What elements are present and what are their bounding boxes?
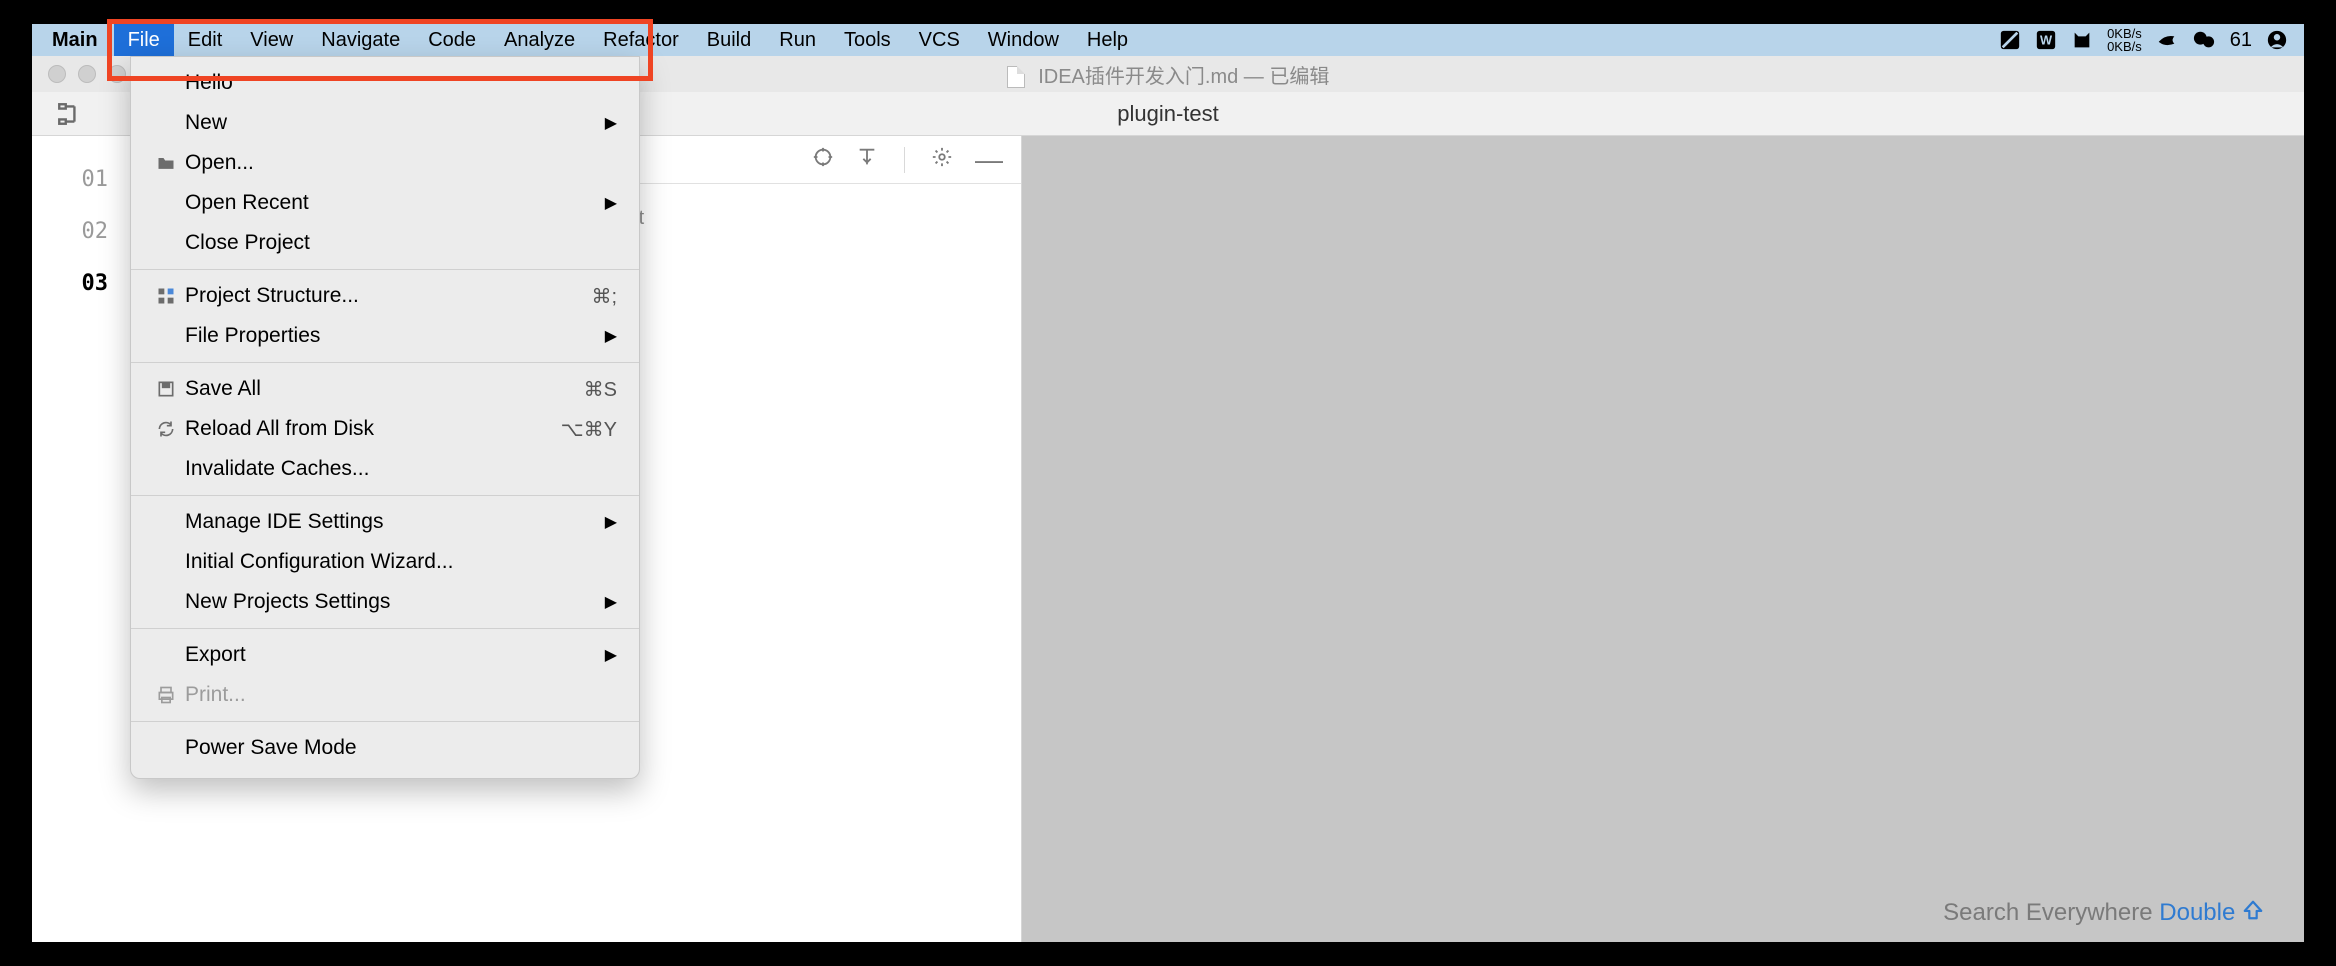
- menu-item-new[interactable]: New ▶: [131, 103, 639, 143]
- menu-code[interactable]: Code: [414, 24, 490, 56]
- menu-item-save-all[interactable]: Save All ⌘S: [131, 369, 639, 409]
- user-icon[interactable]: [2266, 29, 2288, 51]
- menu-item-open[interactable]: Open...: [131, 143, 639, 183]
- menu-item-label: Power Save Mode: [185, 736, 357, 760]
- menu-item-file-properties[interactable]: File Properties ▶: [131, 316, 639, 356]
- structure-icon[interactable]: [56, 101, 82, 127]
- submenu-arrow-icon: ▶: [605, 193, 617, 213]
- menu-item-label: New Projects Settings: [185, 590, 390, 614]
- line-number: 02: [32, 206, 124, 258]
- menu-item-label: New: [185, 111, 227, 135]
- editor-placeholder: Search Everywhere Double: [1022, 136, 2304, 942]
- menu-edit[interactable]: Edit: [174, 24, 236, 56]
- menu-item-label: Reload All from Disk: [185, 417, 374, 441]
- menu-run[interactable]: Run: [765, 24, 830, 56]
- menu-item-label: Hello: [185, 71, 233, 95]
- line-number-gutter: 010203: [32, 136, 124, 942]
- menu-item-manage-ide-settings[interactable]: Manage IDE Settings ▶: [131, 502, 639, 542]
- contrast-icon[interactable]: [1999, 29, 2021, 51]
- menu-item-label: Invalidate Caches...: [185, 457, 369, 481]
- menu-refactor[interactable]: Refactor: [589, 24, 693, 56]
- target-icon[interactable]: [812, 146, 834, 174]
- menu-item-label: Export: [185, 643, 246, 667]
- file-menu-dropdown[interactable]: Hello New ▶ Open... Open Recent ▶ Close Projec…: [130, 56, 640, 779]
- save-icon: [153, 379, 179, 399]
- net-speed: 0KB/s 0KB/s: [2107, 27, 2142, 53]
- menu-item-label: Manage IDE Settings: [185, 510, 383, 534]
- menu-help[interactable]: Help: [1073, 24, 1142, 56]
- menu-item-power-save-mode[interactable]: Power Save Mode: [131, 728, 639, 768]
- menu-vcs[interactable]: VCS: [905, 24, 974, 56]
- app-name: Main: [32, 29, 114, 52]
- wps-icon[interactable]: W: [2035, 29, 2057, 51]
- menu-item-open-recent[interactable]: Open Recent ▶: [131, 183, 639, 223]
- cat-icon[interactable]: [2071, 29, 2093, 51]
- menu-item-project-structure[interactable]: Project Structure... ⌘;: [131, 276, 639, 316]
- submenu-arrow-icon: ▶: [605, 326, 617, 346]
- line-number: 01: [32, 154, 124, 206]
- menu-item-label: Project Structure...: [185, 284, 359, 308]
- menu-item-label: Close Project: [185, 231, 310, 255]
- menu-item-label: Initial Configuration Wizard...: [185, 550, 453, 574]
- battery-text: 61: [2230, 29, 2252, 52]
- shortcut: ⌘S: [584, 377, 617, 402]
- menu-view[interactable]: View: [236, 24, 307, 56]
- menu-navigate[interactable]: Navigate: [307, 24, 414, 56]
- menu-item-invalidate-caches[interactable]: Invalidate Caches...: [131, 449, 639, 489]
- menu-item-label: File Properties: [185, 324, 320, 348]
- document-icon: [1007, 66, 1025, 88]
- traffic-lights[interactable]: [32, 65, 126, 83]
- menu-analyze[interactable]: Analyze: [490, 24, 589, 56]
- menu-item-close-project[interactable]: Close Project: [131, 223, 639, 263]
- menu-item-label: Open...: [185, 151, 254, 175]
- submenu-arrow-icon: ▶: [605, 592, 617, 612]
- menu-item-export[interactable]: Export ▶: [131, 635, 639, 675]
- shift-icon: [2242, 899, 2264, 928]
- menu-item-label: Save All: [185, 377, 261, 401]
- reload-icon: [153, 419, 179, 439]
- submenu-arrow-icon: ▶: [605, 645, 617, 665]
- menu-item-reload-all-from-disk[interactable]: Reload All from Disk ⌥⌘Y: [131, 409, 639, 449]
- shortcut: ⌥⌘Y: [561, 417, 617, 442]
- minimize-icon[interactable]: —: [975, 155, 1003, 165]
- menu-tray: W 0KB/s 0KB/s 61: [1999, 27, 2304, 53]
- line-number: 03: [32, 258, 124, 310]
- svg-text:W: W: [2040, 33, 2053, 48]
- folder-icon: [153, 153, 179, 173]
- menu-build[interactable]: Build: [693, 24, 765, 56]
- zoom-dot[interactable]: [108, 65, 126, 83]
- menu-item-new-projects-settings[interactable]: New Projects Settings ▶: [131, 582, 639, 622]
- close-dot[interactable]: [48, 65, 66, 83]
- gear-icon[interactable]: [931, 146, 953, 174]
- menu-item-hello[interactable]: Hello: [131, 63, 639, 103]
- menu-window[interactable]: Window: [974, 24, 1073, 56]
- menu-item-label: Print...: [185, 683, 246, 707]
- structure-icon: [153, 286, 179, 306]
- minimize-dot[interactable]: [78, 65, 96, 83]
- menu-item-initial-configuration-wizard[interactable]: Initial Configuration Wizard...: [131, 542, 639, 582]
- mac-menubar: Main FileEditViewNavigateCodeAnalyzeRefa…: [32, 24, 2304, 56]
- menu-item-print: Print...: [131, 675, 639, 715]
- menu-item-label: Open Recent: [185, 191, 309, 215]
- collapse-icon[interactable]: [856, 146, 878, 174]
- menu-file[interactable]: File: [114, 24, 174, 56]
- submenu-arrow-icon: ▶: [605, 113, 617, 133]
- shortcut: ⌘;: [591, 284, 617, 309]
- submenu-arrow-icon: ▶: [605, 512, 617, 532]
- print-icon: [153, 685, 179, 705]
- menu-tools[interactable]: Tools: [830, 24, 905, 56]
- search-everywhere-hint: Search Everywhere Double: [1943, 899, 2264, 928]
- bird-icon[interactable]: [2156, 29, 2178, 51]
- wechat-icon[interactable]: [2192, 29, 2216, 51]
